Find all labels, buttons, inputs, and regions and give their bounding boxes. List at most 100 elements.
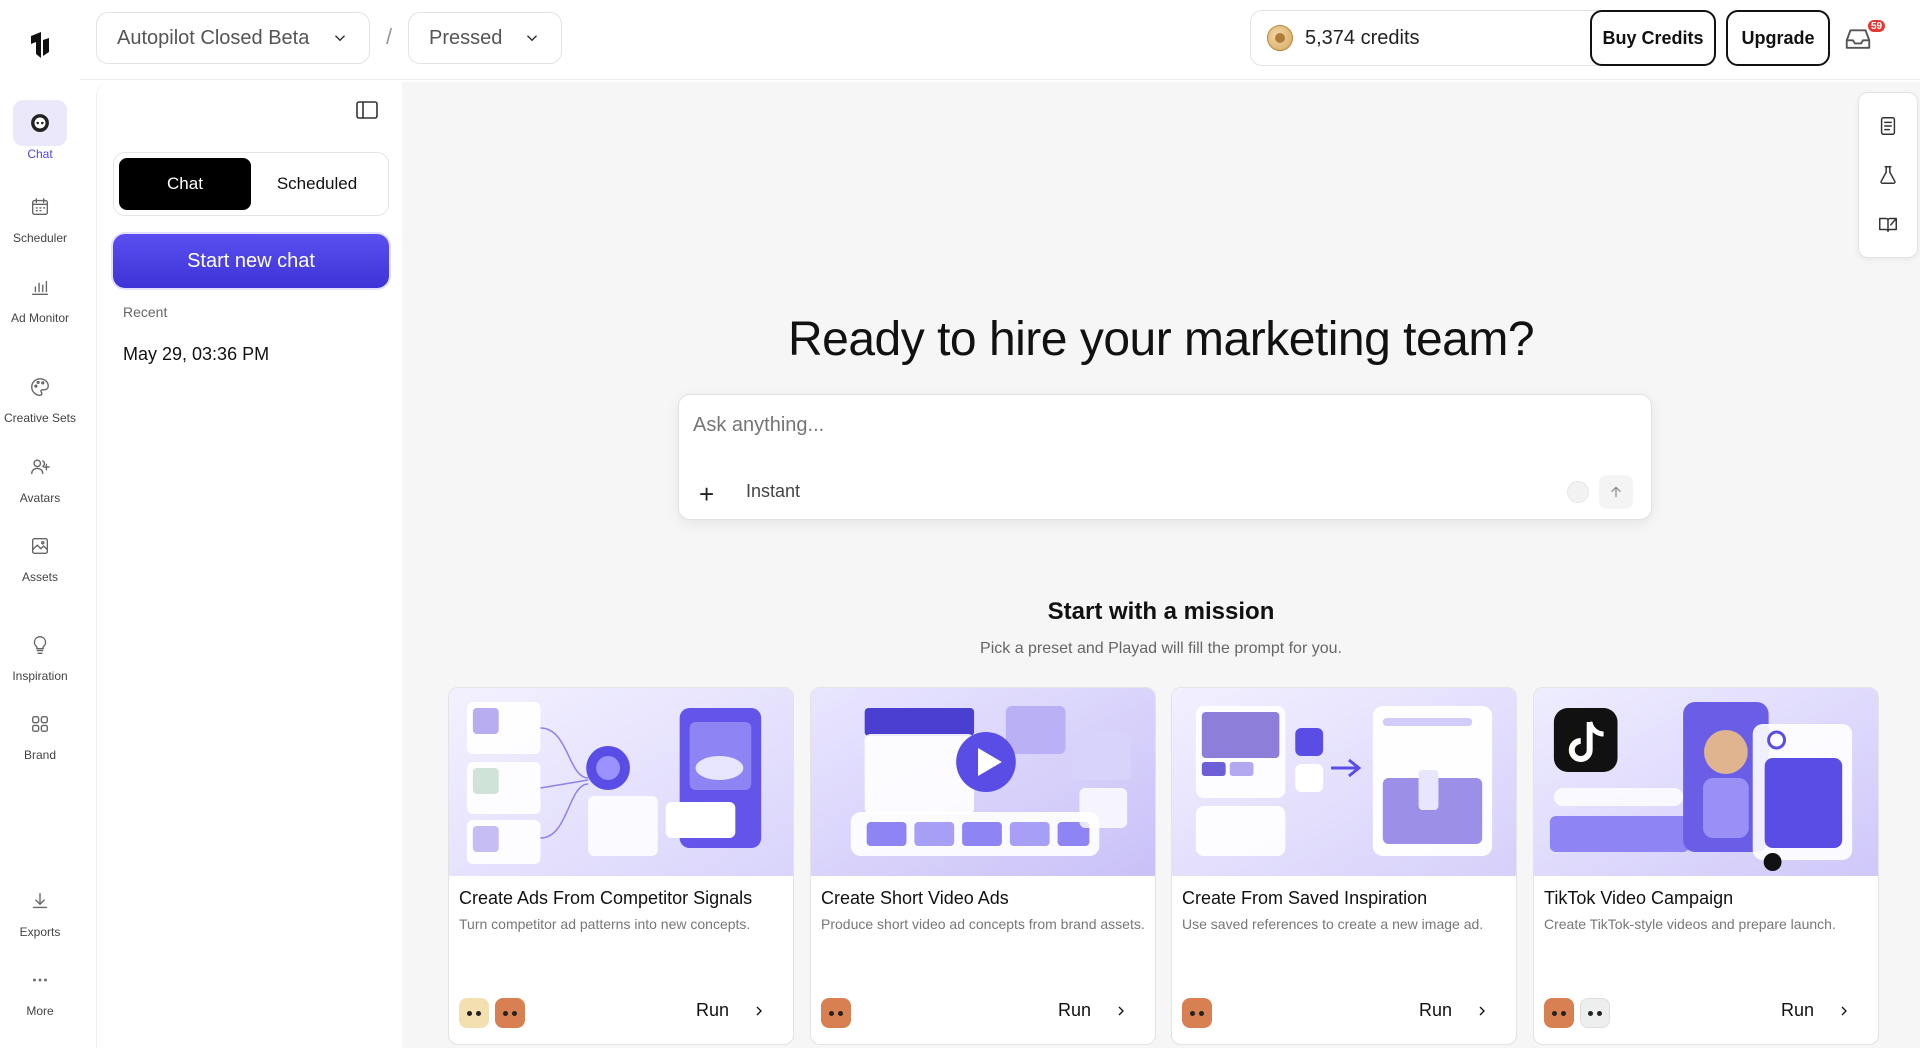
avatar xyxy=(459,998,489,1028)
download-icon xyxy=(13,878,67,924)
run-label: Run xyxy=(1057,1000,1091,1020)
top-bar: Autopilot Closed Beta / Pressed 5,374 cr… xyxy=(80,0,1920,80)
run-button[interactable]: Run xyxy=(696,1000,767,1021)
mission-title: Create From Saved Inspiration xyxy=(1182,888,1428,908)
tab-chat[interactable]: Chat xyxy=(119,158,251,210)
rail-label: Ad Monitor xyxy=(10,311,70,325)
credits-value: 5,374 credits xyxy=(1305,26,1420,49)
mission-title: TikTok Video Campaign xyxy=(1544,888,1734,908)
coin-icon xyxy=(1267,25,1293,51)
rail-label: More xyxy=(26,1004,54,1018)
document-icon[interactable] xyxy=(1877,115,1899,137)
prompt-input[interactable] xyxy=(693,407,1633,443)
avatar xyxy=(1182,998,1212,1028)
right-toolbar xyxy=(1858,92,1918,258)
chevron-right-icon xyxy=(756,1006,762,1015)
avatar xyxy=(1544,998,1574,1028)
run-button[interactable]: Run xyxy=(1781,1000,1852,1021)
agent-avatars xyxy=(1544,998,1610,1028)
mode-selector[interactable]: Instant xyxy=(746,481,800,502)
agent-avatars xyxy=(459,998,525,1028)
mission-card-tiktok[interactable]: TikTok Video Campaign Create TikTok-styl… xyxy=(1533,687,1879,1045)
sidebar-toggle-icon[interactable] xyxy=(355,100,379,120)
chat-tabs: Chat Scheduled xyxy=(113,152,389,216)
mission-illustration xyxy=(449,688,793,876)
project-name: Pressed xyxy=(429,26,503,49)
rail-item-chat[interactable]: Chat xyxy=(0,100,80,161)
status-indicator xyxy=(1567,481,1589,503)
rail-item-brand[interactable]: Brand xyxy=(0,701,80,762)
users-plus-icon xyxy=(13,444,67,490)
chat-panel: Chat Scheduled Start new chat Recent May… xyxy=(96,82,402,1048)
buy-credits-button[interactable]: Buy Credits xyxy=(1590,10,1716,66)
mission-title: Create Ads From Competitor Signals xyxy=(459,888,753,908)
rail-label: Inspiration xyxy=(12,669,68,683)
mission-illustration xyxy=(1534,688,1878,876)
run-label: Run xyxy=(1780,1000,1814,1020)
chevron-right-icon xyxy=(1118,1006,1124,1015)
rail-item-ad-monitor[interactable]: Ad Monitor xyxy=(0,264,80,325)
upgrade-button[interactable]: Upgrade xyxy=(1726,10,1830,66)
mission-title: Create Short Video Ads xyxy=(821,888,1009,908)
workspace-dropdown[interactable]: Autopilot Closed Beta xyxy=(96,12,370,64)
grid-icon xyxy=(13,701,67,747)
mission-description: Turn competitor ad patterns into new con… xyxy=(459,916,751,932)
mission-illustration xyxy=(1172,688,1516,876)
rail-label: Scheduler xyxy=(12,231,68,245)
workspace-name: Autopilot Closed Beta xyxy=(117,26,310,49)
mission-description: Create TikTok-style videos and prepare l… xyxy=(1544,916,1836,932)
book-icon[interactable] xyxy=(1877,213,1899,235)
send-button[interactable] xyxy=(1599,475,1633,509)
mission-description: Use saved references to create a new ima… xyxy=(1182,916,1484,932)
start-new-chat-button[interactable]: Start new chat xyxy=(113,234,389,288)
arrow-up-icon xyxy=(1611,486,1621,498)
avatar xyxy=(495,998,525,1028)
rail-item-more[interactable]: More xyxy=(0,957,80,1018)
bar-chart-icon xyxy=(13,264,67,310)
rail-item-inspiration[interactable]: Inspiration xyxy=(0,622,80,683)
missions-title: Start with a mission xyxy=(1047,598,1275,625)
run-label: Run xyxy=(1418,1000,1452,1020)
agent-avatars xyxy=(821,998,851,1028)
rail-item-scheduler[interactable]: Scheduler xyxy=(0,184,80,245)
rail-label: Avatars xyxy=(19,491,61,505)
chevron-right-icon xyxy=(1841,1006,1847,1015)
rail-label: Exports xyxy=(19,925,61,939)
run-button[interactable]: Run xyxy=(1058,1000,1129,1021)
mission-card-saved-inspiration[interactable]: Create From Saved Inspiration Use saved … xyxy=(1171,687,1517,1045)
recent-label: Recent xyxy=(123,304,168,320)
chevron-down-icon xyxy=(526,35,538,42)
avatar xyxy=(1580,998,1610,1028)
page-headline: Ready to hire your marketing team? xyxy=(787,313,1535,366)
rail-label: Brand xyxy=(23,748,57,762)
more-icon xyxy=(13,957,67,1003)
rail-item-assets[interactable]: Assets xyxy=(0,523,80,584)
rail-label: Assets xyxy=(21,570,58,584)
calendar-icon xyxy=(13,184,67,230)
app-logo[interactable] xyxy=(27,30,53,60)
notification-badge: 59 xyxy=(1866,18,1888,34)
rail-item-avatars[interactable]: Avatars xyxy=(0,444,80,505)
project-dropdown[interactable]: Pressed xyxy=(408,12,562,64)
mission-card-competitor[interactable]: Create Ads From Competitor Signals Turn … xyxy=(448,687,794,1045)
mission-illustration xyxy=(811,688,1155,876)
chevron-right-icon xyxy=(1479,1006,1485,1015)
bot-icon xyxy=(13,100,67,146)
missions-subtitle: Pick a preset and Playad will fill the p… xyxy=(980,640,1342,657)
lightbulb-icon xyxy=(13,622,67,668)
flask-icon[interactable] xyxy=(1877,164,1899,186)
add-attachment-button[interactable]: + xyxy=(699,481,714,507)
palette-icon xyxy=(13,364,67,410)
rail-item-exports[interactable]: Exports xyxy=(0,878,80,939)
run-label: Run xyxy=(695,1000,729,1020)
rail-label: Chat xyxy=(27,147,53,161)
run-button[interactable]: Run xyxy=(1419,1000,1490,1021)
chat-history-item[interactable]: May 29, 03:36 PM xyxy=(123,344,269,365)
rail-item-creative-sets[interactable]: Creative Sets xyxy=(0,364,80,425)
agent-avatars xyxy=(1182,998,1212,1028)
mission-description: Produce short video ad concepts from bra… xyxy=(821,916,1145,932)
mission-card-short-video[interactable]: Create Short Video Ads Produce short vid… xyxy=(810,687,1156,1045)
tab-scheduled[interactable]: Scheduled xyxy=(251,158,383,210)
rail-label: Creative Sets xyxy=(3,411,77,425)
breadcrumb-separator: / xyxy=(386,24,393,49)
